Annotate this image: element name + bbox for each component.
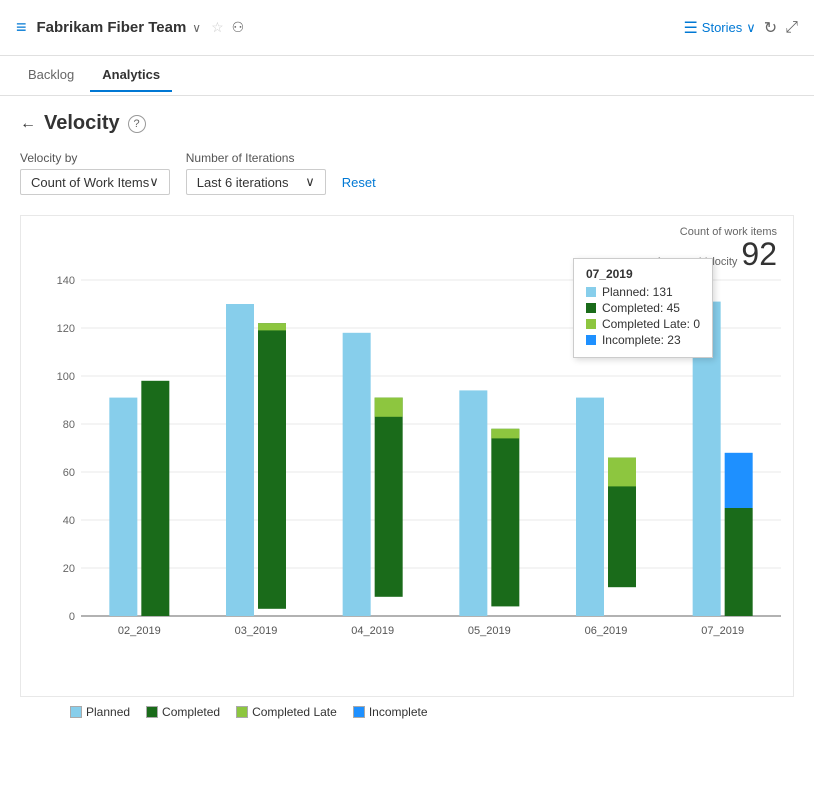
stories-chevron-icon: ∨ [746, 20, 756, 36]
team-members-icon[interactable]: ⚇ [232, 19, 245, 36]
iterations-value: Last 6 iterations [197, 175, 289, 190]
filters-row: Velocity by Count of Work Items ∨ Number… [20, 151, 794, 195]
iterations-filter: Number of Iterations Last 6 iterations ∨ [186, 151, 326, 195]
tooltip-swatch [586, 335, 596, 345]
tooltip-row: Completed: 45 [586, 301, 700, 315]
app-icon: ≡ [16, 17, 27, 38]
legend-label-planned: Planned [86, 705, 130, 719]
svg-text:05_2019: 05_2019 [468, 625, 511, 637]
tooltip-row-label: Completed Late: 0 [602, 317, 700, 331]
stories-label: Stories [702, 20, 742, 35]
main-content: ← Velocity ? Velocity by Count of Work I… [0, 96, 814, 735]
iterations-select[interactable]: Last 6 iterations ∨ [186, 169, 326, 195]
velocity-value: 92 [741, 238, 777, 270]
expand-button[interactable]: ⤢ [785, 19, 798, 37]
svg-text:0: 0 [69, 611, 75, 623]
chart-container: Count of work items Average Velocity 92 … [20, 215, 794, 697]
tab-backlog[interactable]: Backlog [16, 59, 86, 92]
legend-item-incomplete: Incomplete [353, 705, 428, 719]
iterations-chevron-icon: ∨ [305, 174, 315, 190]
svg-text:03_2019: 03_2019 [235, 625, 278, 637]
tooltip-title: 07_2019 [586, 267, 700, 281]
legend-label-incomplete: Incomplete [369, 705, 428, 719]
velocity-by-value: Count of Work Items [31, 175, 149, 190]
svg-text:07_2019: 07_2019 [701, 625, 744, 637]
chart-tooltip: 07_2019 Planned: 131 Completed: 45 Complet… [573, 258, 713, 358]
legend-label-completed_late: Completed Late [252, 705, 337, 719]
tooltip-row-label: Planned: 131 [602, 285, 673, 299]
legend-item-completed_late: Completed Late [236, 705, 337, 719]
stories-icon: ☰ [683, 18, 697, 38]
legend-swatch-completed_late [236, 706, 248, 718]
iterations-label: Number of Iterations [186, 151, 326, 165]
tab-analytics[interactable]: Analytics [90, 59, 172, 92]
svg-text:80: 80 [63, 419, 75, 431]
svg-text:100: 100 [57, 371, 75, 383]
tooltip-swatch [586, 303, 596, 313]
help-icon[interactable]: ? [128, 115, 146, 133]
velocity-by-label: Velocity by [20, 151, 170, 165]
stories-button[interactable]: ☰ Stories ∨ [683, 18, 755, 38]
svg-text:04_2019: 04_2019 [351, 625, 394, 637]
velocity-by-select[interactable]: Count of Work Items ∨ [20, 169, 170, 195]
back-button[interactable]: ← [20, 115, 36, 133]
svg-text:20: 20 [63, 563, 75, 575]
reset-button[interactable]: Reset [342, 175, 376, 190]
legend-item-planned: Planned [70, 705, 130, 719]
chart-legend: Planned Completed Completed Late Incomplete [20, 697, 794, 719]
page-title-row: ← Velocity ? [20, 112, 794, 135]
nav-tabs: Backlog Analytics [0, 56, 814, 96]
legend-swatch-incomplete [353, 706, 365, 718]
header: ≡ Fabrikam Fiber Team ∨ ☆ ⚇ ☰ Stories ∨ … [0, 0, 814, 56]
tooltip-row: Completed Late: 0 [586, 317, 700, 331]
svg-text:140: 140 [57, 275, 75, 287]
team-chevron-icon[interactable]: ∨ [192, 21, 201, 35]
tooltip-row: Planned: 131 [586, 285, 700, 299]
svg-text:120: 120 [57, 323, 75, 335]
page-title: Velocity [44, 112, 120, 135]
refresh-button[interactable]: ↻ [764, 18, 777, 38]
legend-label-completed: Completed [162, 705, 220, 719]
velocity-by-filter: Velocity by Count of Work Items ∨ [20, 151, 170, 195]
tooltip-row: Incomplete: 23 [586, 333, 700, 347]
team-title: Fabrikam Fiber Team [37, 19, 187, 36]
tooltip-row-label: Incomplete: 23 [602, 333, 681, 347]
header-actions: ☰ Stories ∨ ↻ ⤢ [683, 18, 798, 38]
legend-swatch-planned [70, 706, 82, 718]
tooltip-swatch [586, 319, 596, 329]
favorite-icon[interactable]: ☆ [211, 19, 224, 36]
legend-item-completed: Completed [146, 705, 220, 719]
tooltip-swatch [586, 287, 596, 297]
svg-text:40: 40 [63, 515, 75, 527]
svg-text:06_2019: 06_2019 [585, 625, 628, 637]
tooltip-row-label: Completed: 45 [602, 301, 680, 315]
velocity-by-chevron-icon: ∨ [149, 174, 159, 190]
legend-swatch-completed [146, 706, 158, 718]
svg-text:60: 60 [63, 467, 75, 479]
svg-text:02_2019: 02_2019 [118, 625, 161, 637]
